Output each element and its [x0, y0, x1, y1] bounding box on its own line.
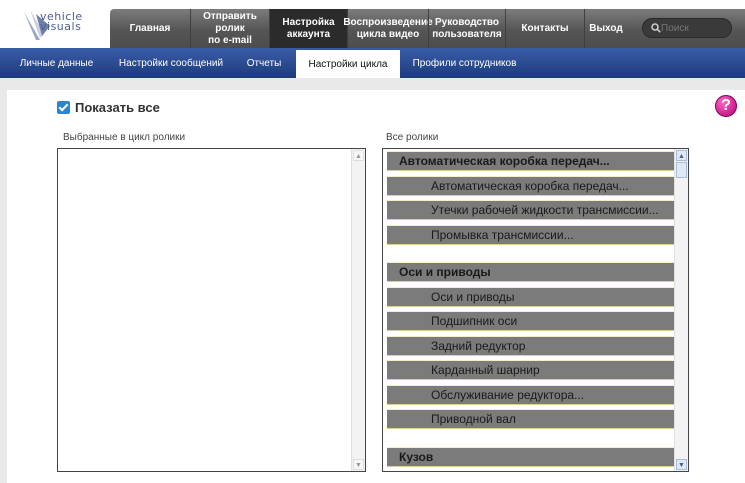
video-item[interactable]: Оси и приводы — [383, 285, 676, 310]
all-videos-items: Автоматическая коробка передач... Автомат… — [383, 149, 676, 469]
video-item[interactable]: Карданный шарнир — [383, 358, 676, 383]
tab-loop-settings[interactable]: Настройки цикла — [296, 50, 400, 78]
show-all-label: Показать все — [75, 100, 160, 115]
video-item-label: Оси и приводы — [387, 286, 676, 307]
tab-employee-profiles[interactable]: Профили сотрудников — [402, 48, 527, 78]
help-icon[interactable]: ? — [715, 95, 737, 117]
scroll-down-icon[interactable]: ▼ — [353, 459, 364, 470]
nav-logout[interactable]: Выход — [585, 9, 627, 48]
all-videos-list[interactable]: Автоматическая коробка передач... Автомат… — [382, 148, 689, 472]
video-group[interactable]: Оси и приводы — [383, 260, 676, 285]
video-item[interactable]: Задний редуктор — [383, 334, 676, 359]
video-item[interactable]: Подшипник оси — [383, 309, 676, 334]
video-item-label: Автоматическая коробка передач... — [387, 175, 676, 196]
tab-reports[interactable]: Отчеты — [234, 48, 294, 78]
nav-loop-playback[interactable]: Воспроизведение цикла видео — [343, 9, 432, 48]
header: vehicle visuals Главная Отправить ролик … — [0, 0, 745, 48]
all-videos-label: Все ролики — [386, 132, 439, 143]
selected-list-scrollbar[interactable]: ▲ ▼ — [351, 149, 365, 471]
video-item-label: Оси и приводы — [387, 262, 676, 282]
nav-send-by-email[interactable]: Отправить ролик по e-mail — [191, 9, 269, 48]
video-item[interactable]: Обслуживание редуктора... — [383, 383, 676, 408]
nav-home[interactable]: Главная — [110, 9, 190, 48]
selected-videos-label: Выбранные в цикл ролики — [63, 132, 186, 143]
logo-text: vehicle visuals — [40, 10, 83, 33]
search-box[interactable] — [642, 18, 732, 38]
search-icon — [651, 23, 661, 33]
video-item[interactable]: Промывка трансмиссии... — [383, 223, 676, 248]
video-group[interactable]: Автоматическая коробка передач... — [383, 149, 676, 174]
video-item-label: Автоматическая коробка передач... — [387, 151, 676, 171]
video-item-label: Обслуживание редуктора... — [387, 384, 676, 405]
show-all-checkbox[interactable] — [57, 101, 70, 114]
video-item-label: Подшипник оси — [387, 311, 676, 331]
video-item-label: Задний редуктор — [387, 335, 676, 356]
nav-contacts[interactable]: Контакты — [506, 9, 584, 48]
video-item[interactable]: Приводной вал — [383, 407, 676, 432]
nav-user-guide[interactable]: Руководство пользователя — [429, 9, 505, 48]
sub-navigation: Личные данные Настройки сообщений Отчеты… — [0, 48, 745, 78]
video-item-label: Кузов — [387, 446, 676, 467]
show-all-toggle[interactable]: Показать все — [57, 100, 160, 115]
video-item-label: Приводной вал — [387, 409, 676, 429]
scroll-up-icon[interactable]: ▲ — [676, 150, 687, 161]
scroll-thumb[interactable] — [676, 162, 687, 178]
tab-message-settings[interactable]: Настройки сообщений — [110, 48, 232, 78]
video-item[interactable]: Автоматическая коробка передач... — [383, 174, 676, 199]
tab-personal-data[interactable]: Личные данные — [5, 48, 108, 78]
video-item-label: Карданный шарнир — [387, 360, 676, 380]
video-item[interactable]: Утечки рабочей жидкости трансмиссии... — [383, 198, 676, 223]
video-item-label: Промывка трансмиссии... — [387, 224, 676, 245]
main-panel: Показать все ? Выбранные в цикл ролики В… — [7, 90, 745, 483]
video-item-label: Утечки рабочей жидкости трансмиссии... — [387, 200, 676, 220]
video-group[interactable]: Кузов — [383, 445, 676, 470]
scroll-up-icon[interactable]: ▲ — [353, 150, 364, 161]
nav-account-settings[interactable]: Настройка аккаунта — [270, 9, 347, 48]
search-input[interactable] — [661, 22, 721, 34]
top-navigation: Главная Отправить ролик по e-mail Настро… — [110, 9, 745, 48]
all-list-scrollbar[interactable]: ▲ ▼ — [674, 149, 688, 471]
selected-videos-list[interactable]: ▲ ▼ — [57, 148, 366, 472]
scroll-down-icon[interactable]: ▼ — [676, 459, 687, 470]
